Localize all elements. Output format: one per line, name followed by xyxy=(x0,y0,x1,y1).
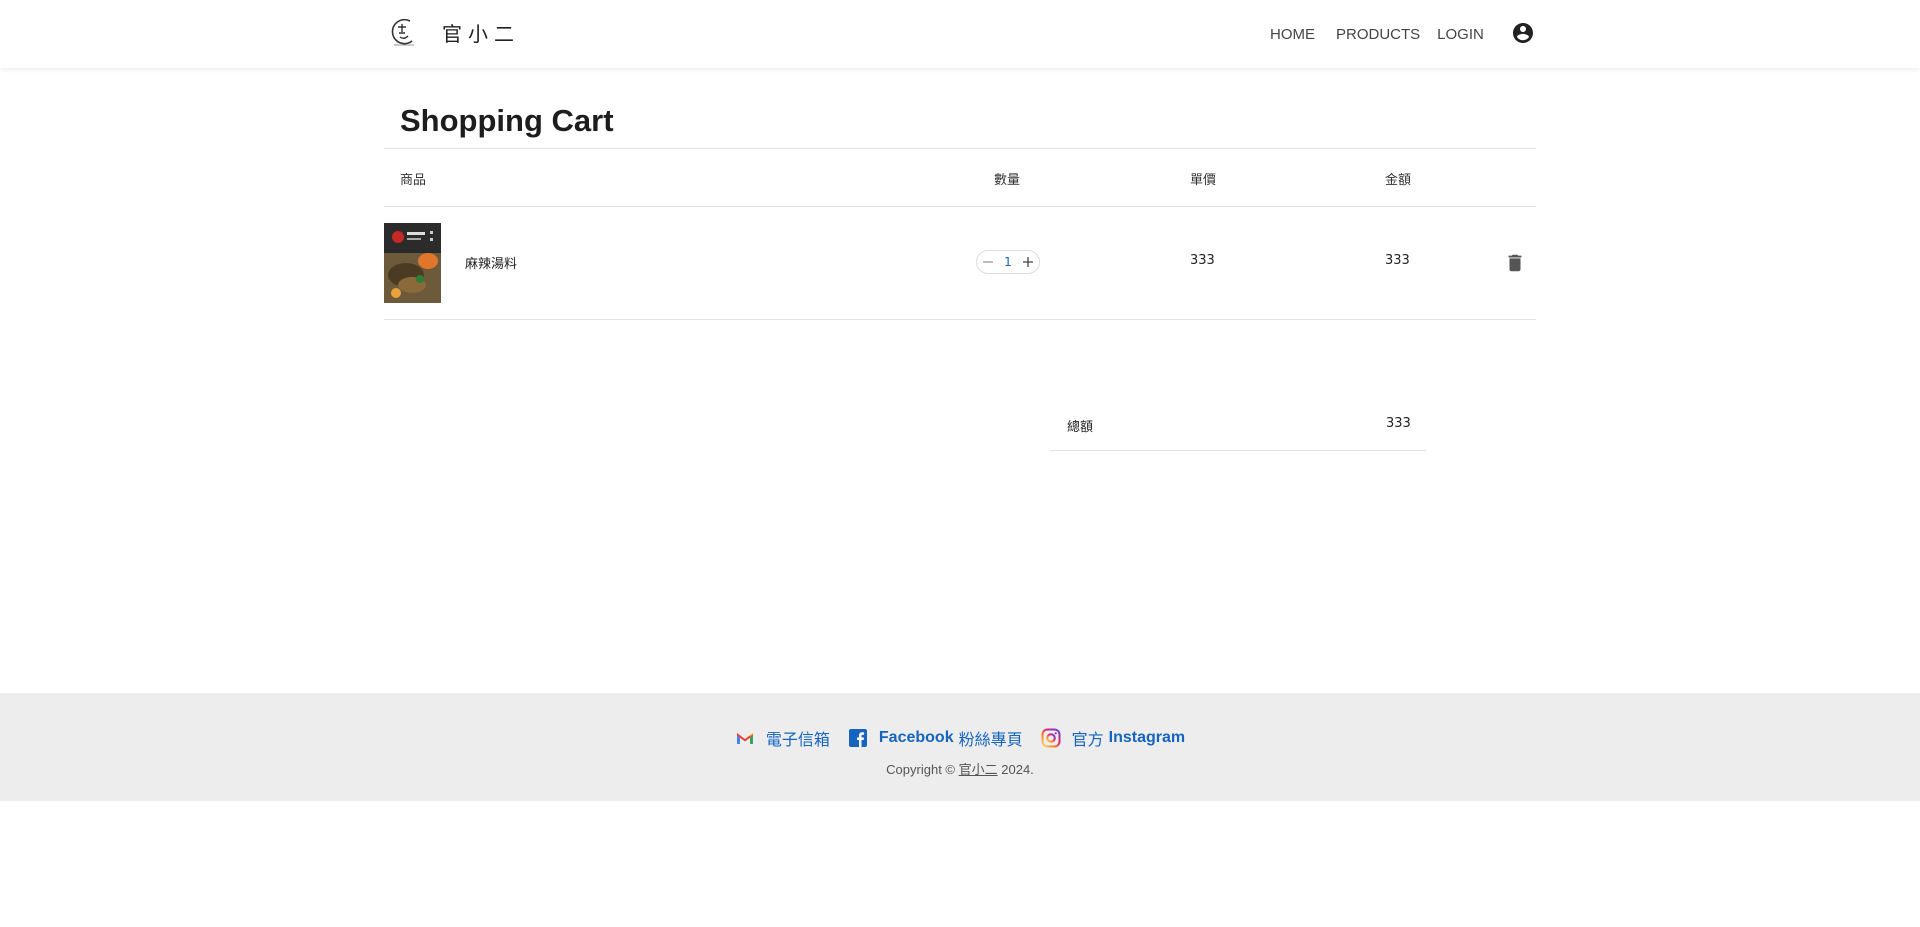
facebook-icon xyxy=(848,729,867,747)
top-navbar: 官小二 HOME PRODUCTS LOGIN xyxy=(0,0,1920,68)
email-link[interactable]: 電子信箱 xyxy=(735,726,830,750)
instagram-icon xyxy=(1041,728,1061,748)
quantity-stepper: 1 xyxy=(976,250,1040,274)
amount-value: 333 xyxy=(1385,253,1410,268)
brand-logo-icon xyxy=(388,15,420,49)
trash-icon[interactable] xyxy=(1504,252,1526,274)
total-label: 總額 xyxy=(1067,420,1094,435)
increase-quantity-button[interactable] xyxy=(1022,256,1034,268)
total-value: 333 xyxy=(1386,416,1411,431)
unit-price-value: 333 xyxy=(1190,253,1215,268)
copyright-prefix: Copyright © xyxy=(886,762,955,777)
nav-products[interactable]: PRODUCTS xyxy=(1336,26,1420,43)
footer-links: 電子信箱 Facebook 粉絲專頁 官方 Instagram xyxy=(0,726,1920,750)
cart-total-row: 總額 333 xyxy=(1050,399,1426,451)
cart-page: Shopping Cart 商品 數量 單價 金額 麻辣湯料 1 333 333… xyxy=(384,68,1536,451)
cart-item-row: 麻辣湯料 1 333 333 xyxy=(384,207,1536,320)
nav-home[interactable]: HOME xyxy=(1270,26,1315,43)
minus-icon xyxy=(983,261,993,263)
column-header-unit-price: 單價 xyxy=(1190,173,1217,188)
brand-name: 官小二 xyxy=(442,21,520,46)
product-thumbnail xyxy=(384,223,441,303)
footer: 電子信箱 Facebook 粉絲專頁 官方 Instagram Copyrigh… xyxy=(0,693,1920,801)
copyright-brand-link[interactable]: 官小二 xyxy=(959,762,998,777)
gmail-icon xyxy=(736,733,753,744)
account-circle-icon[interactable] xyxy=(1511,21,1535,45)
main-nav: HOME PRODUCTS LOGIN xyxy=(1270,21,1535,45)
page-title: Shopping Cart xyxy=(384,68,1536,149)
email-link-label: 電子信箱 xyxy=(765,732,830,749)
decrease-quantity-button[interactable] xyxy=(982,256,994,268)
nav-login[interactable]: LOGIN xyxy=(1437,26,1484,43)
quantity-value[interactable]: 1 xyxy=(1004,255,1012,269)
product-name[interactable]: 麻辣湯料 xyxy=(465,253,517,272)
cart-table: 商品 數量 單價 金額 麻辣湯料 1 333 333 總額 333 xyxy=(384,149,1536,451)
brand[interactable]: 官小二 xyxy=(388,15,520,49)
copyright-year: 2024. xyxy=(1001,762,1034,777)
instagram-link-label-zh: 官方 xyxy=(1071,732,1104,749)
column-header-quantity: 數量 xyxy=(994,173,1021,188)
plus-icon xyxy=(1022,257,1033,267)
facebook-link[interactable]: Facebook 粉絲專頁 xyxy=(848,726,1023,750)
cart-table-header: 商品 數量 單價 金額 xyxy=(384,149,1536,207)
facebook-link-label-zh: 粉絲專頁 xyxy=(958,732,1023,749)
instagram-link-label-en: Instagram xyxy=(1108,729,1186,746)
column-header-product: 商品 xyxy=(400,173,427,188)
column-header-amount: 金額 xyxy=(1385,173,1412,188)
copyright: Copyright © 官小二 2024. xyxy=(0,759,1920,778)
instagram-link[interactable]: 官方 Instagram xyxy=(1041,726,1185,750)
facebook-link-label-en: Facebook xyxy=(878,729,954,746)
